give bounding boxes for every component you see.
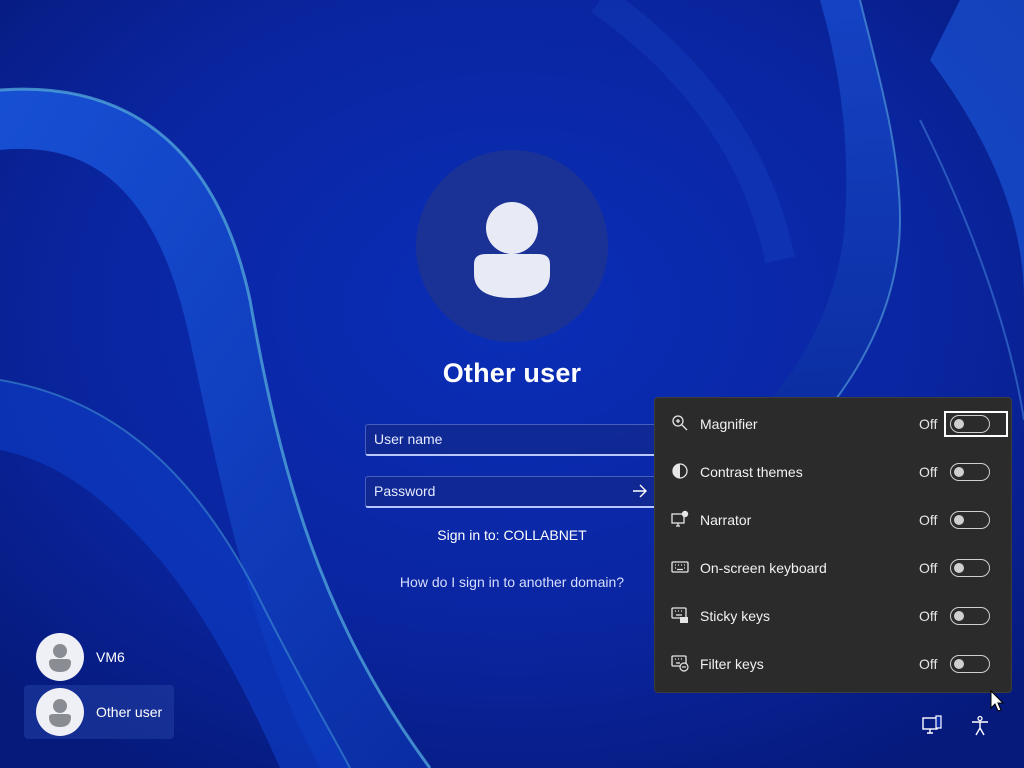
accessibility-panel: Magnifier Off Contrast themes Off Narrat… bbox=[654, 397, 1012, 693]
user-entry-vm6[interactable]: VM6 bbox=[24, 630, 174, 684]
a11y-state: Off bbox=[919, 560, 938, 576]
a11y-row-magnifier: Magnifier Off bbox=[655, 400, 1013, 448]
password-input[interactable] bbox=[366, 477, 616, 505]
user-avatar bbox=[416, 150, 608, 342]
user-entry-other-user[interactable]: Other user bbox=[24, 685, 174, 739]
a11y-row-narrator: Narrator Off bbox=[655, 496, 1013, 544]
user-name-label: Other user bbox=[96, 704, 163, 720]
a11y-row-on-screen-keyboard: On-screen keyboard Off bbox=[655, 544, 1013, 592]
narrator-icon bbox=[671, 510, 689, 527]
submit-arrow-icon[interactable] bbox=[630, 481, 650, 501]
user-silhouette-icon bbox=[474, 202, 550, 298]
mouse-cursor-icon bbox=[990, 690, 1005, 712]
login-user-title: Other user bbox=[442, 358, 582, 388]
contrast-icon bbox=[672, 463, 688, 479]
magnifier-icon bbox=[672, 415, 688, 431]
keyboard-icon bbox=[671, 561, 689, 573]
a11y-state: Off bbox=[919, 464, 938, 480]
a11y-state: Off bbox=[919, 608, 938, 624]
other-domain-link[interactable]: How do I sign in to another domain? bbox=[362, 574, 662, 590]
a11y-state: Off bbox=[919, 512, 938, 528]
avatar bbox=[36, 688, 84, 736]
a11y-row-filter-keys: Filter keys Off bbox=[655, 640, 1013, 688]
contrast-themes-toggle[interactable] bbox=[950, 463, 990, 481]
a11y-row-sticky-keys: Sticky keys Off bbox=[655, 592, 1013, 640]
filter-keys-icon bbox=[671, 655, 689, 672]
avatar bbox=[36, 633, 84, 681]
a11y-state: Off bbox=[919, 416, 938, 432]
sticky-keys-toggle[interactable] bbox=[950, 607, 990, 625]
a11y-row-contrast-themes: Contrast themes Off bbox=[655, 448, 1013, 496]
username-input[interactable] bbox=[366, 425, 616, 453]
username-field[interactable] bbox=[365, 424, 657, 456]
sign-in-domain-text: Sign in to: COLLABNET bbox=[437, 527, 587, 543]
a11y-label: Sticky keys bbox=[700, 608, 771, 624]
a11y-label: Narrator bbox=[700, 512, 752, 528]
network-icon[interactable] bbox=[921, 715, 943, 737]
magnifier-toggle[interactable] bbox=[950, 415, 990, 433]
a11y-label: Contrast themes bbox=[700, 464, 803, 480]
accessibility-icon[interactable] bbox=[969, 715, 991, 737]
on-screen-keyboard-toggle[interactable] bbox=[950, 559, 990, 577]
sticky-keys-icon bbox=[671, 607, 688, 623]
a11y-label: Filter keys bbox=[700, 656, 764, 672]
a11y-label: Magnifier bbox=[700, 416, 758, 432]
filter-keys-toggle[interactable] bbox=[950, 655, 990, 673]
user-name-label: VM6 bbox=[96, 649, 125, 665]
a11y-label: On-screen keyboard bbox=[700, 560, 827, 576]
a11y-state: Off bbox=[919, 656, 938, 672]
password-field[interactable] bbox=[365, 476, 657, 508]
narrator-toggle[interactable] bbox=[950, 511, 990, 529]
